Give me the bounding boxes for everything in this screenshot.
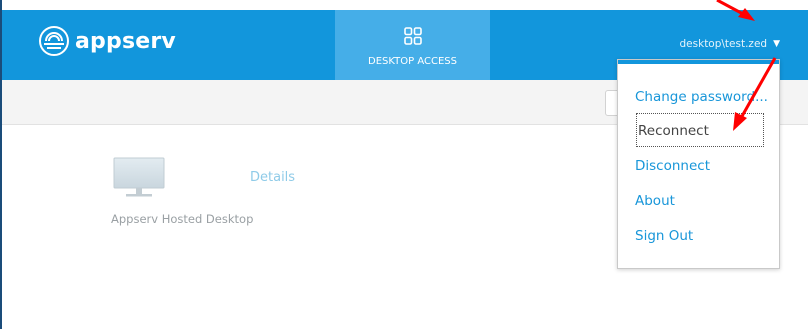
caret-down-icon: ▼	[773, 39, 780, 49]
tab-desktop-access[interactable]: DESKTOP ACCESS	[335, 10, 490, 80]
tab-desktop-access-label: DESKTOP ACCESS	[368, 56, 457, 67]
dropdown-accent-bar	[618, 60, 779, 64]
menu-item-sign-out[interactable]: Sign Out	[635, 228, 693, 244]
user-account-label: desktop\test.zed	[679, 38, 768, 50]
appserv-logo-icon	[39, 26, 69, 56]
brand-logo[interactable]: appserv	[38, 25, 176, 57]
details-link[interactable]: Details	[250, 170, 295, 185]
menu-item-about[interactable]: About	[635, 193, 675, 209]
menu-item-disconnect[interactable]: Disconnect	[635, 158, 710, 174]
user-menu-button[interactable]: desktop\test.zed ▼	[680, 38, 780, 50]
monitor-icon[interactable]	[113, 157, 165, 199]
menu-item-change-password[interactable]: Change password...	[635, 89, 768, 105]
user-dropdown-menu: Change password... Reconnect Disconnect …	[617, 59, 780, 269]
grid-icon	[404, 27, 422, 45]
brand-name: appserv	[75, 28, 176, 54]
menu-item-reconnect[interactable]: Reconnect	[636, 113, 764, 147]
desktop-item-name[interactable]: Appserv Hosted Desktop	[111, 212, 253, 226]
